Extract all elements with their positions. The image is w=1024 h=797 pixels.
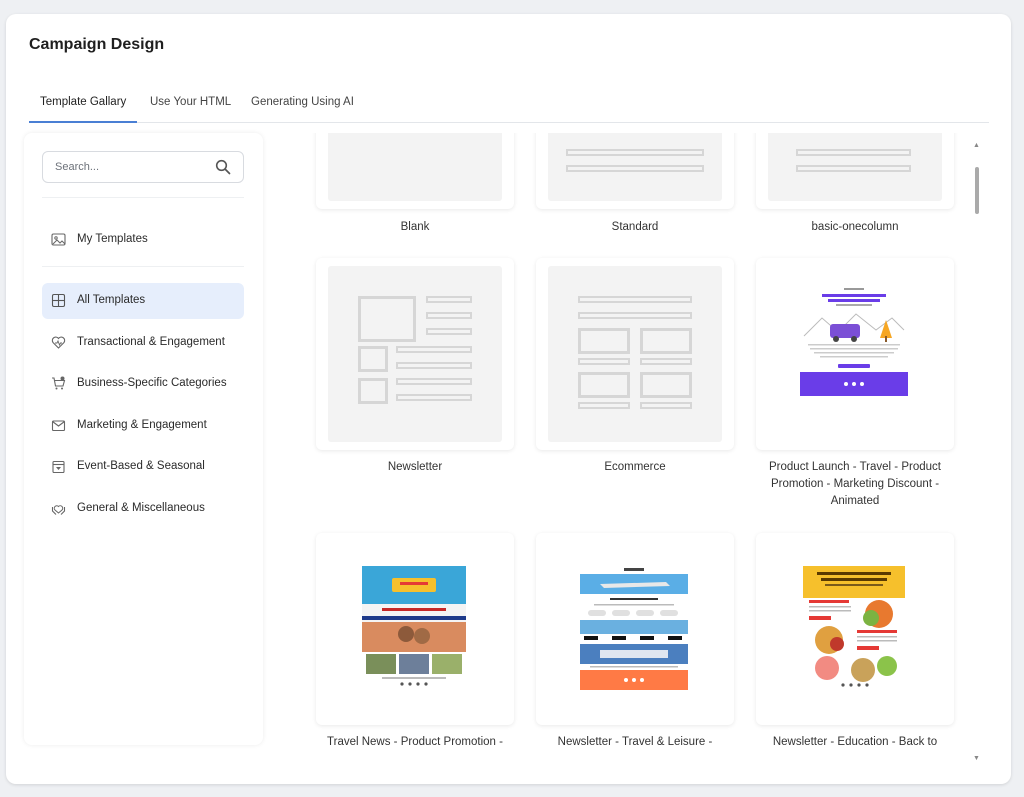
template-thumbnail[interactable] — [536, 533, 734, 725]
sidebar-item-label: General & Miscellaneous — [77, 502, 205, 514]
template-card-newsletter-travel[interactable]: Newsletter - Travel & Leisure - Marketin… — [536, 533, 734, 749]
gallery-scrollbar[interactable]: ▲ ▼ — [972, 142, 982, 762]
template-card-travel-news[interactable]: Travel News - Product Promotion - Travel… — [316, 533, 514, 749]
search-icon[interactable] — [215, 159, 231, 175]
sidebar-item-my-templates[interactable]: My Templates — [42, 222, 244, 258]
search-input[interactable] — [43, 152, 213, 182]
template-thumbnail[interactable] — [536, 258, 734, 450]
template-name: Blank — [400, 221, 430, 233]
sidebar-item-label: All Templates — [77, 294, 146, 306]
sidebar-item-transactional[interactable]: Transactional & Engagement — [42, 325, 244, 361]
tab-generating-using-ai[interactable]: Generating Using AI — [240, 96, 365, 123]
template-thumbnail[interactable] — [756, 133, 954, 209]
image-folder-icon — [51, 233, 66, 246]
template-name: Ecommerce — [604, 461, 666, 473]
email-preview-image — [800, 284, 908, 406]
template-name: Newsletter — [387, 461, 443, 473]
email-preview-image — [803, 566, 905, 690]
page-title: Campaign Design — [29, 36, 165, 53]
template-card-blank[interactable]: Blank — [316, 133, 514, 243]
category-sidebar: My Templates All Templates Transactional… — [24, 133, 263, 745]
scroll-down-arrow-icon[interactable]: ▼ — [973, 755, 980, 762]
template-card-standard[interactable]: Standard — [536, 133, 734, 243]
template-card-newsletter[interactable]: Newsletter — [316, 258, 514, 473]
sidebar-item-label: Transactional & Engagement — [77, 336, 225, 348]
scroll-up-arrow-icon[interactable]: ▲ — [973, 142, 980, 149]
sidebar-item-label: Marketing & Engagement — [77, 419, 207, 431]
hands-icon — [51, 505, 66, 515]
mail-icon — [51, 420, 66, 432]
sidebar-item-label: Business-Specific Categories — [77, 377, 227, 389]
grid-icon — [51, 293, 66, 308]
sidebar-item-event-based[interactable]: Event-Based & Seasonal — [42, 449, 244, 485]
tab-use-your-html[interactable]: Use Your HTML — [139, 96, 242, 123]
sidebar-item-business[interactable]: Business-Specific Categories — [42, 366, 244, 402]
template-name: Product Launch - Travel - Product Promot… — [769, 461, 941, 507]
template-name: Travel News - Product Promotion - Travel… — [327, 736, 503, 748]
tab-bar: Template Gallary Use Your HTML Generatin… — [29, 94, 989, 123]
email-preview-image — [362, 566, 466, 690]
template-name: Newsletter - Travel & Leisure - Marketin… — [557, 736, 713, 748]
template-thumbnail[interactable] — [316, 533, 514, 725]
sidebar-divider — [42, 197, 244, 198]
template-thumbnail[interactable] — [536, 133, 734, 209]
template-thumbnail[interactable] — [316, 258, 514, 450]
sidebar-item-label: My Templates — [77, 233, 148, 245]
template-card-product-launch[interactable]: Product Launch - Travel - Product Promot… — [756, 258, 954, 508]
template-card-newsletter-education[interactable]: Newsletter - Education - Back to School — [756, 533, 954, 749]
template-thumbnail[interactable] — [756, 533, 954, 725]
email-preview-image — [580, 566, 688, 690]
template-thumbnail[interactable] — [756, 258, 954, 450]
sidebar-divider — [42, 266, 244, 267]
cart-icon — [52, 376, 66, 390]
sidebar-item-general[interactable]: General & Miscellaneous — [42, 491, 244, 527]
search-box — [42, 151, 244, 183]
sidebar-item-label: Event-Based & Seasonal — [77, 460, 205, 472]
template-name: Standard — [611, 221, 659, 233]
template-thumbnail[interactable] — [316, 133, 514, 209]
template-card-basic-onecolumn[interactable]: basic-onecolumn — [756, 133, 954, 243]
template-card-ecommerce[interactable]: Ecommerce — [536, 258, 734, 473]
calendar-icon — [52, 460, 65, 474]
template-name: Newsletter - Education - Back to School — [772, 736, 938, 748]
sidebar-item-marketing[interactable]: Marketing & Engagement — [42, 408, 244, 444]
heart-icon — [51, 336, 66, 349]
template-gallery: Blank Standard basic-onecolumn Newslette… — [286, 133, 969, 749]
tab-template-gallery[interactable]: Template Gallary — [29, 96, 138, 123]
scrollbar-thumb[interactable] — [975, 167, 979, 214]
sidebar-item-all-templates[interactable]: All Templates — [42, 283, 244, 319]
template-name: basic-onecolumn — [811, 221, 899, 233]
